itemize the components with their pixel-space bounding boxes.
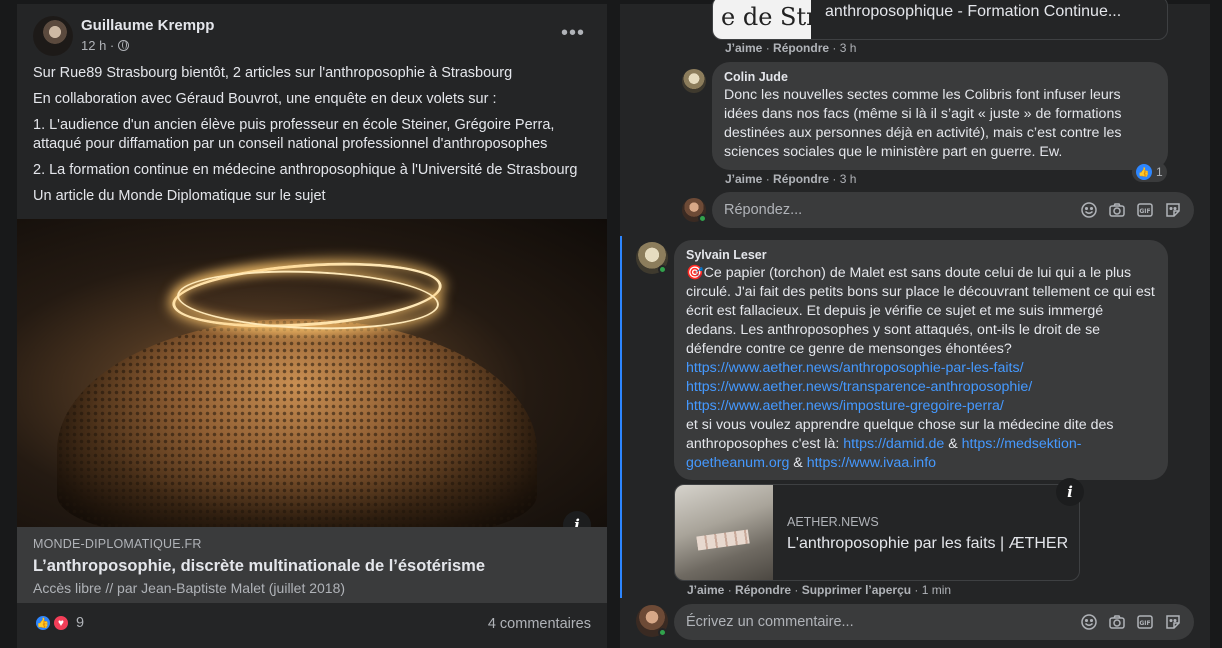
post-header: Guillaume Krempp 12 h · ••• <box>33 16 593 60</box>
like-action[interactable]: J’aime <box>687 583 724 597</box>
reply-action[interactable]: Répondre <box>773 41 829 55</box>
gif-icon[interactable]: GIF <box>1136 613 1154 631</box>
sticker-icon[interactable] <box>1164 613 1182 631</box>
reply-action[interactable]: Répondre <box>773 172 829 186</box>
online-indicator <box>658 265 667 274</box>
post-paragraph: Un article du Monde Diplomatique sur le … <box>33 188 326 204</box>
post-paragraph: Sur Rue89 Strasbourg bientôt, 2 articles… <box>33 65 513 81</box>
post-meta: 12 h · <box>81 38 130 53</box>
comments-count[interactable]: 4 commentaires <box>488 616 591 632</box>
info-icon[interactable]: i <box>563 511 591 527</box>
comment-time[interactable]: 3 h <box>840 172 857 186</box>
composer-tools: GIF <box>1080 613 1182 631</box>
camera-icon[interactable] <box>1108 201 1126 219</box>
comment-link[interactable]: https://www.aether.news/anthroposophie-p… <box>686 360 1024 376</box>
love-icon: ♥ <box>52 614 70 632</box>
commenter-name[interactable]: Colin Jude <box>724 70 1156 84</box>
author-avatar[interactable] <box>33 16 73 56</box>
online-indicator <box>658 628 667 637</box>
comments-panel: e de Str anthroposophique - Formation Co… <box>620 0 1210 648</box>
feed-post: Guillaume Krempp 12 h · ••• Sur Rue89 St… <box>17 4 607 648</box>
post-paragraph: En collaboration avec Géraud Bouvrot, un… <box>33 91 497 107</box>
comment-actions: J’aime · Répondre · Supprimer l’aperçu ·… <box>687 583 952 597</box>
commenter-avatar[interactable] <box>682 69 706 93</box>
comment-actions: J’aime · Répondre · 3 h <box>725 172 857 186</box>
sticker-icon[interactable] <box>1164 201 1182 219</box>
comment-text: Donc les nouvelles sectes comme les Coli… <box>724 87 1122 160</box>
comment-time[interactable]: 3 h <box>840 41 857 55</box>
info-icon[interactable]: i <box>1056 478 1084 506</box>
ampersand: & <box>789 455 807 471</box>
like-icon: 👍 <box>1136 164 1152 180</box>
comment-link[interactable]: https://www.aether.news/imposture-gregoi… <box>686 398 1004 414</box>
reply-action[interactable]: Répondre <box>735 583 791 597</box>
preview-domain: AETHER.NEWS <box>787 515 879 529</box>
link-preview-card[interactable]: e de Str anthroposophique - Formation Co… <box>712 0 1168 40</box>
comment-link[interactable]: https://www.aether.news/transparence-ant… <box>686 379 1032 395</box>
post-paragraph: 1. L'audience d'un ancien élève puis pro… <box>33 117 555 152</box>
preview-thumbnail: e de Str <box>713 0 811 39</box>
reaction-count: 9 <box>76 615 85 631</box>
emoji-icon[interactable] <box>1080 201 1098 219</box>
link-preview-image[interactable]: i <box>17 219 607 527</box>
comment-time[interactable]: 1 min <box>922 583 951 597</box>
link-preview-card[interactable]: AETHER.NEWS L'anthroposophie par les fai… <box>674 484 1080 581</box>
author-name[interactable]: Guillaume Krempp <box>81 17 214 34</box>
svg-text:GIF: GIF <box>1139 208 1150 215</box>
comment-text: 🎯Ce papier (torchon) de Malet est sans d… <box>686 264 1156 473</box>
camera-icon[interactable] <box>1108 613 1126 631</box>
comment-like-count: 1 <box>1156 165 1163 179</box>
preview-title: L'anthroposophie par les faits | ÆTHER <box>787 535 1069 552</box>
globe-icon <box>118 40 130 51</box>
svg-text:GIF: GIF <box>1139 620 1150 627</box>
post-text: Sur Rue89 Strasbourg bientôt, 2 articles… <box>33 64 593 213</box>
comment-actions: J’aime · Répondre · 3 h <box>725 41 857 55</box>
thread-line <box>620 236 622 598</box>
preview-title: anthroposophique - Formation Continue... <box>825 3 1122 20</box>
comment-input[interactable]: Écrivez un commentaire... GIF <box>674 604 1194 640</box>
reaction-summary[interactable]: 👍 ♥ 9 <box>34 614 84 632</box>
link-preview-meta[interactable]: MONDE-DIPLOMATIQUE.FR L’anthroposophie, … <box>17 527 607 603</box>
like-action[interactable]: J’aime <box>725 41 762 55</box>
comment-link[interactable]: https://damid.de <box>843 436 944 452</box>
more-icon[interactable]: ••• <box>561 22 585 45</box>
preview-thumbnail <box>675 485 773 580</box>
reply-input[interactable]: Répondez... GIF <box>712 192 1194 228</box>
stone-mound-graphic <box>57 319 537 527</box>
delete-preview-action[interactable]: Supprimer l’aperçu <box>802 583 911 597</box>
comment-reactions[interactable]: 👍 1 <box>1132 162 1167 182</box>
comment-intro: 🎯Ce papier (torchon) de Malet est sans d… <box>686 265 1155 357</box>
composer-tools: GIF <box>1080 201 1182 219</box>
ampersand: & <box>944 436 962 452</box>
post-paragraph: 2. La formation continue en médecine ant… <box>33 162 578 178</box>
link-description: Accès libre // par Jean-Baptiste Malet (… <box>33 580 346 596</box>
comment-bubble: Sylvain Leser 🎯Ce papier (torchon) de Ma… <box>674 240 1168 480</box>
like-icon: 👍 <box>34 614 52 632</box>
comment-placeholder: Écrivez un commentaire... <box>686 614 854 630</box>
like-action[interactable]: J’aime <box>725 172 762 186</box>
gif-icon[interactable]: GIF <box>1136 201 1154 219</box>
emoji-icon[interactable] <box>1080 613 1098 631</box>
comment-bubble: Colin Jude Donc les nouvelles sectes com… <box>712 62 1168 170</box>
commenter-name[interactable]: Sylvain Leser <box>686 248 1156 262</box>
comment-link[interactable]: https://www.ivaa.info <box>807 455 936 471</box>
reply-placeholder: Répondez... <box>724 202 803 218</box>
online-indicator <box>698 214 707 223</box>
link-domain: MONDE-DIPLOMATIQUE.FR <box>33 537 202 551</box>
link-title[interactable]: L’anthroposophie, discrète multinational… <box>33 557 591 576</box>
post-time[interactable]: 12 h · <box>81 38 114 53</box>
